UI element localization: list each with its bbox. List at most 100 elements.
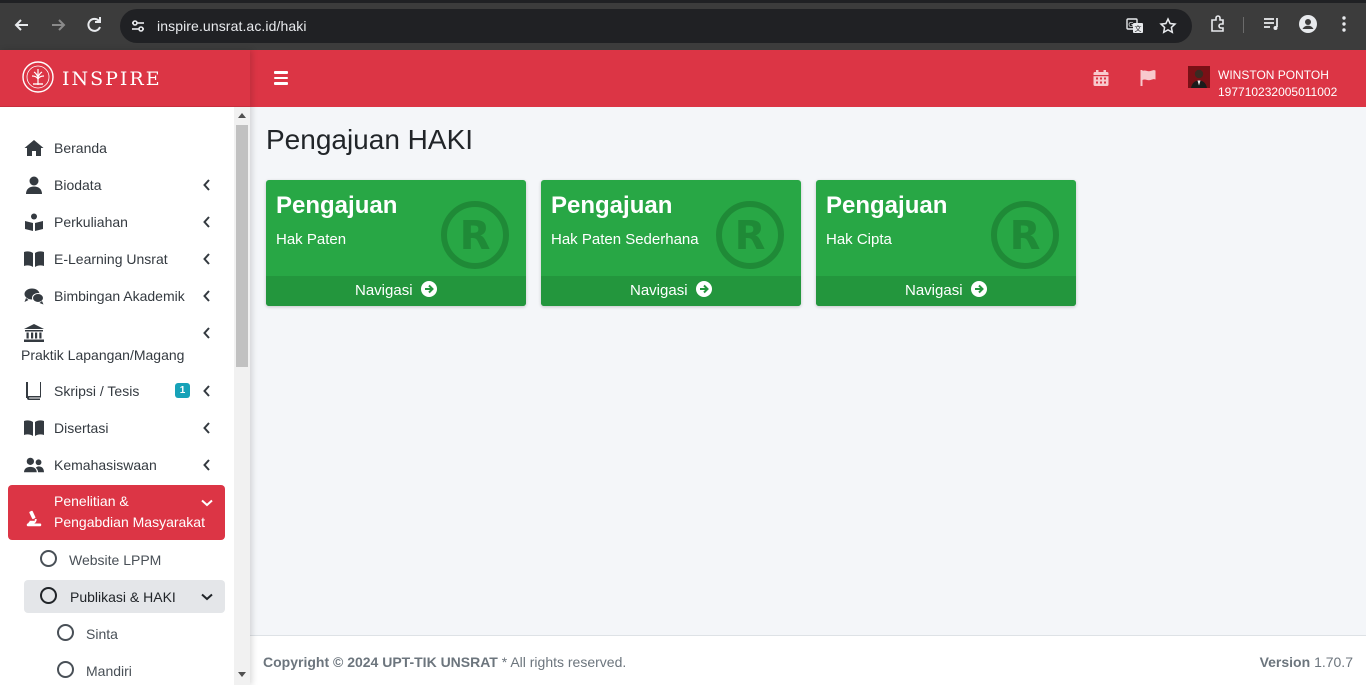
card-title: Pengajuan bbox=[276, 192, 398, 219]
microscope-icon bbox=[26, 510, 42, 527]
sidebar: INSPIRE Beranda Biodata Perkuliahan E-Le… bbox=[0, 50, 250, 685]
forward-icon[interactable] bbox=[47, 14, 69, 36]
sidebar-item-label: Praktik Lapangan/Magang bbox=[21, 347, 185, 363]
media-control-icon[interactable] bbox=[1262, 14, 1282, 34]
reload-icon[interactable] bbox=[83, 14, 105, 36]
sidebar-item-kemahasiswaan[interactable]: Kemahasiswaan bbox=[8, 448, 225, 481]
circle-icon bbox=[40, 587, 57, 604]
institution-icon bbox=[24, 324, 44, 342]
back-icon[interactable] bbox=[11, 14, 33, 36]
card-title: Pengajuan bbox=[551, 192, 673, 219]
sidebar-item-label: Mandiri bbox=[86, 663, 132, 679]
chevron-left-icon bbox=[203, 327, 210, 339]
chevron-left-icon bbox=[203, 385, 210, 397]
sidebar-subitem-sinta[interactable]: Sinta bbox=[8, 617, 225, 650]
reader-icon bbox=[25, 213, 43, 231]
svg-text:R: R bbox=[1010, 213, 1041, 259]
scrollbar-thumb[interactable] bbox=[236, 125, 248, 367]
sidebar-item-disertasi[interactable]: Disertasi bbox=[8, 411, 225, 444]
brand-text: INSPIRE bbox=[62, 68, 162, 90]
hamburger-menu-icon[interactable] bbox=[274, 71, 288, 85]
chevron-left-icon bbox=[203, 253, 210, 265]
card-subtitle: Hak Paten bbox=[276, 231, 347, 248]
sidebar-subitem-website-lppm[interactable]: Website LPPM bbox=[8, 543, 225, 576]
sidebar-subitem-mandiri[interactable]: Mandiri bbox=[8, 654, 225, 685]
sidebar-item-skripsi-tesis[interactable]: Skripsi / Tesis 1 bbox=[8, 374, 225, 407]
user-id: 197710232005011002 bbox=[1218, 85, 1338, 99]
sidebar-item-beranda[interactable]: Beranda bbox=[8, 131, 225, 164]
sidebar-item-perkuliahan[interactable]: Perkuliahan bbox=[8, 205, 225, 238]
sidebar-item-praktik-lapangan[interactable]: Praktik Lapangan/Magang bbox=[8, 316, 225, 368]
card-footer-link[interactable]: Navigasi bbox=[816, 276, 1076, 306]
svg-text:R: R bbox=[735, 213, 766, 259]
brand-link[interactable]: INSPIRE bbox=[0, 50, 250, 107]
chevron-down-icon bbox=[201, 593, 213, 601]
card-nav-label[interactable]: Navigasi bbox=[355, 276, 413, 306]
site-info-icon[interactable] bbox=[130, 18, 146, 34]
page-footer: Copyright © 2024 UPT-TIK UNSRAT * All ri… bbox=[250, 635, 1366, 685]
card-hak-paten-sederhana: Pengajuan Hak Paten Sederhana R Navigasi bbox=[541, 180, 801, 306]
comments-icon bbox=[24, 288, 44, 305]
chevron-down-icon bbox=[201, 499, 213, 507]
registered-trademark-icon: R bbox=[441, 201, 509, 269]
card-hak-cipta: Pengajuan Hak Cipta R Navigasi bbox=[816, 180, 1076, 306]
sidebar-subitem-publikasi-haki[interactable]: Publikasi & HAKI bbox=[24, 580, 225, 613]
sidebar-item-bimbingan-akademik[interactable]: Bimbingan Akademik bbox=[8, 279, 225, 312]
card-subtitle: Hak Cipta bbox=[826, 231, 892, 248]
top-navbar: WINSTON PONTOH 197710232005011002 bbox=[250, 50, 1366, 107]
calendar-icon[interactable] bbox=[1092, 69, 1110, 87]
scroll-down-icon[interactable] bbox=[238, 672, 246, 677]
bookmark-star-icon[interactable] bbox=[1159, 17, 1177, 35]
sidebar-item-e-learning[interactable]: E-Learning Unsrat bbox=[8, 242, 225, 275]
kebab-menu-icon[interactable] bbox=[1334, 14, 1354, 34]
card-hak-paten: Pengajuan Hak Paten R Navigasi bbox=[266, 180, 526, 306]
tab-strip bbox=[0, 0, 1366, 3]
svg-text:G: G bbox=[1128, 21, 1133, 29]
copyright-text: Copyright © 2024 UPT-TIK UNSRAT * All ri… bbox=[263, 654, 627, 670]
arrow-circle-right-icon[interactable] bbox=[695, 281, 712, 298]
version-text: Version 1.70.7 bbox=[1259, 654, 1353, 670]
sidebar-item-biodata[interactable]: Biodata bbox=[8, 168, 225, 201]
chevron-left-icon bbox=[203, 179, 210, 191]
sidebar-item-label: Bimbingan Akademik bbox=[54, 288, 185, 304]
sidebar-item-label: Skripsi / Tesis bbox=[54, 383, 140, 399]
user-name[interactable]: WINSTON PONTOH bbox=[1218, 68, 1329, 82]
card-footer-link[interactable]: Navigasi bbox=[541, 276, 801, 306]
sidebar-item-label: Biodata bbox=[54, 177, 102, 193]
registered-trademark-icon: R bbox=[716, 201, 784, 269]
extensions-icon[interactable] bbox=[1208, 14, 1228, 34]
sidebar-item-label: Publikasi & HAKI bbox=[70, 589, 176, 605]
arrow-circle-right-icon[interactable] bbox=[970, 281, 987, 298]
chevron-left-icon bbox=[203, 290, 210, 302]
card-nav-label[interactable]: Navigasi bbox=[905, 276, 963, 306]
chevron-left-icon bbox=[203, 216, 210, 228]
sidebar-item-label: Website LPPM bbox=[69, 552, 162, 568]
svg-text:R: R bbox=[460, 213, 491, 259]
address-bar[interactable]: inspire.unsrat.ac.id/haki 文 G bbox=[120, 9, 1192, 43]
card-title: Pengajuan bbox=[826, 192, 948, 219]
card-footer-link[interactable]: Navigasi bbox=[266, 276, 526, 306]
profile-icon[interactable] bbox=[1298, 14, 1318, 34]
card-nav-label[interactable]: Navigasi bbox=[630, 276, 688, 306]
sidebar-item-label: Kemahasiswaan bbox=[54, 457, 157, 473]
sidebar-scrollbar[interactable] bbox=[234, 107, 250, 685]
circle-icon bbox=[57, 624, 74, 641]
translate-icon[interactable]: 文 G bbox=[1126, 17, 1144, 35]
sidebar-item-penelitian-pengabdian[interactable]: Penelitian & Pengabdian Masyarakat bbox=[8, 485, 225, 540]
book-open-icon bbox=[24, 251, 44, 267]
svg-text:文: 文 bbox=[1135, 24, 1142, 33]
notification-badge: 1 bbox=[175, 383, 190, 398]
circle-icon bbox=[57, 661, 74, 678]
scroll-up-icon[interactable] bbox=[238, 113, 246, 118]
toolbar-separator bbox=[1243, 17, 1244, 33]
avatar[interactable] bbox=[1188, 66, 1210, 88]
book-open-icon bbox=[24, 420, 44, 436]
page-title: Pengajuan HAKI bbox=[266, 124, 474, 155]
url-text[interactable]: inspire.unsrat.ac.id/haki bbox=[157, 18, 307, 34]
card-subtitle: Hak Paten Sederhana bbox=[551, 231, 699, 248]
sidebar-item-label: Disertasi bbox=[54, 420, 109, 436]
sidebar-item-label: Sinta bbox=[86, 626, 118, 642]
flag-icon[interactable] bbox=[1139, 69, 1157, 87]
arrow-circle-right-icon[interactable] bbox=[420, 281, 437, 298]
chevron-left-icon bbox=[203, 459, 210, 471]
